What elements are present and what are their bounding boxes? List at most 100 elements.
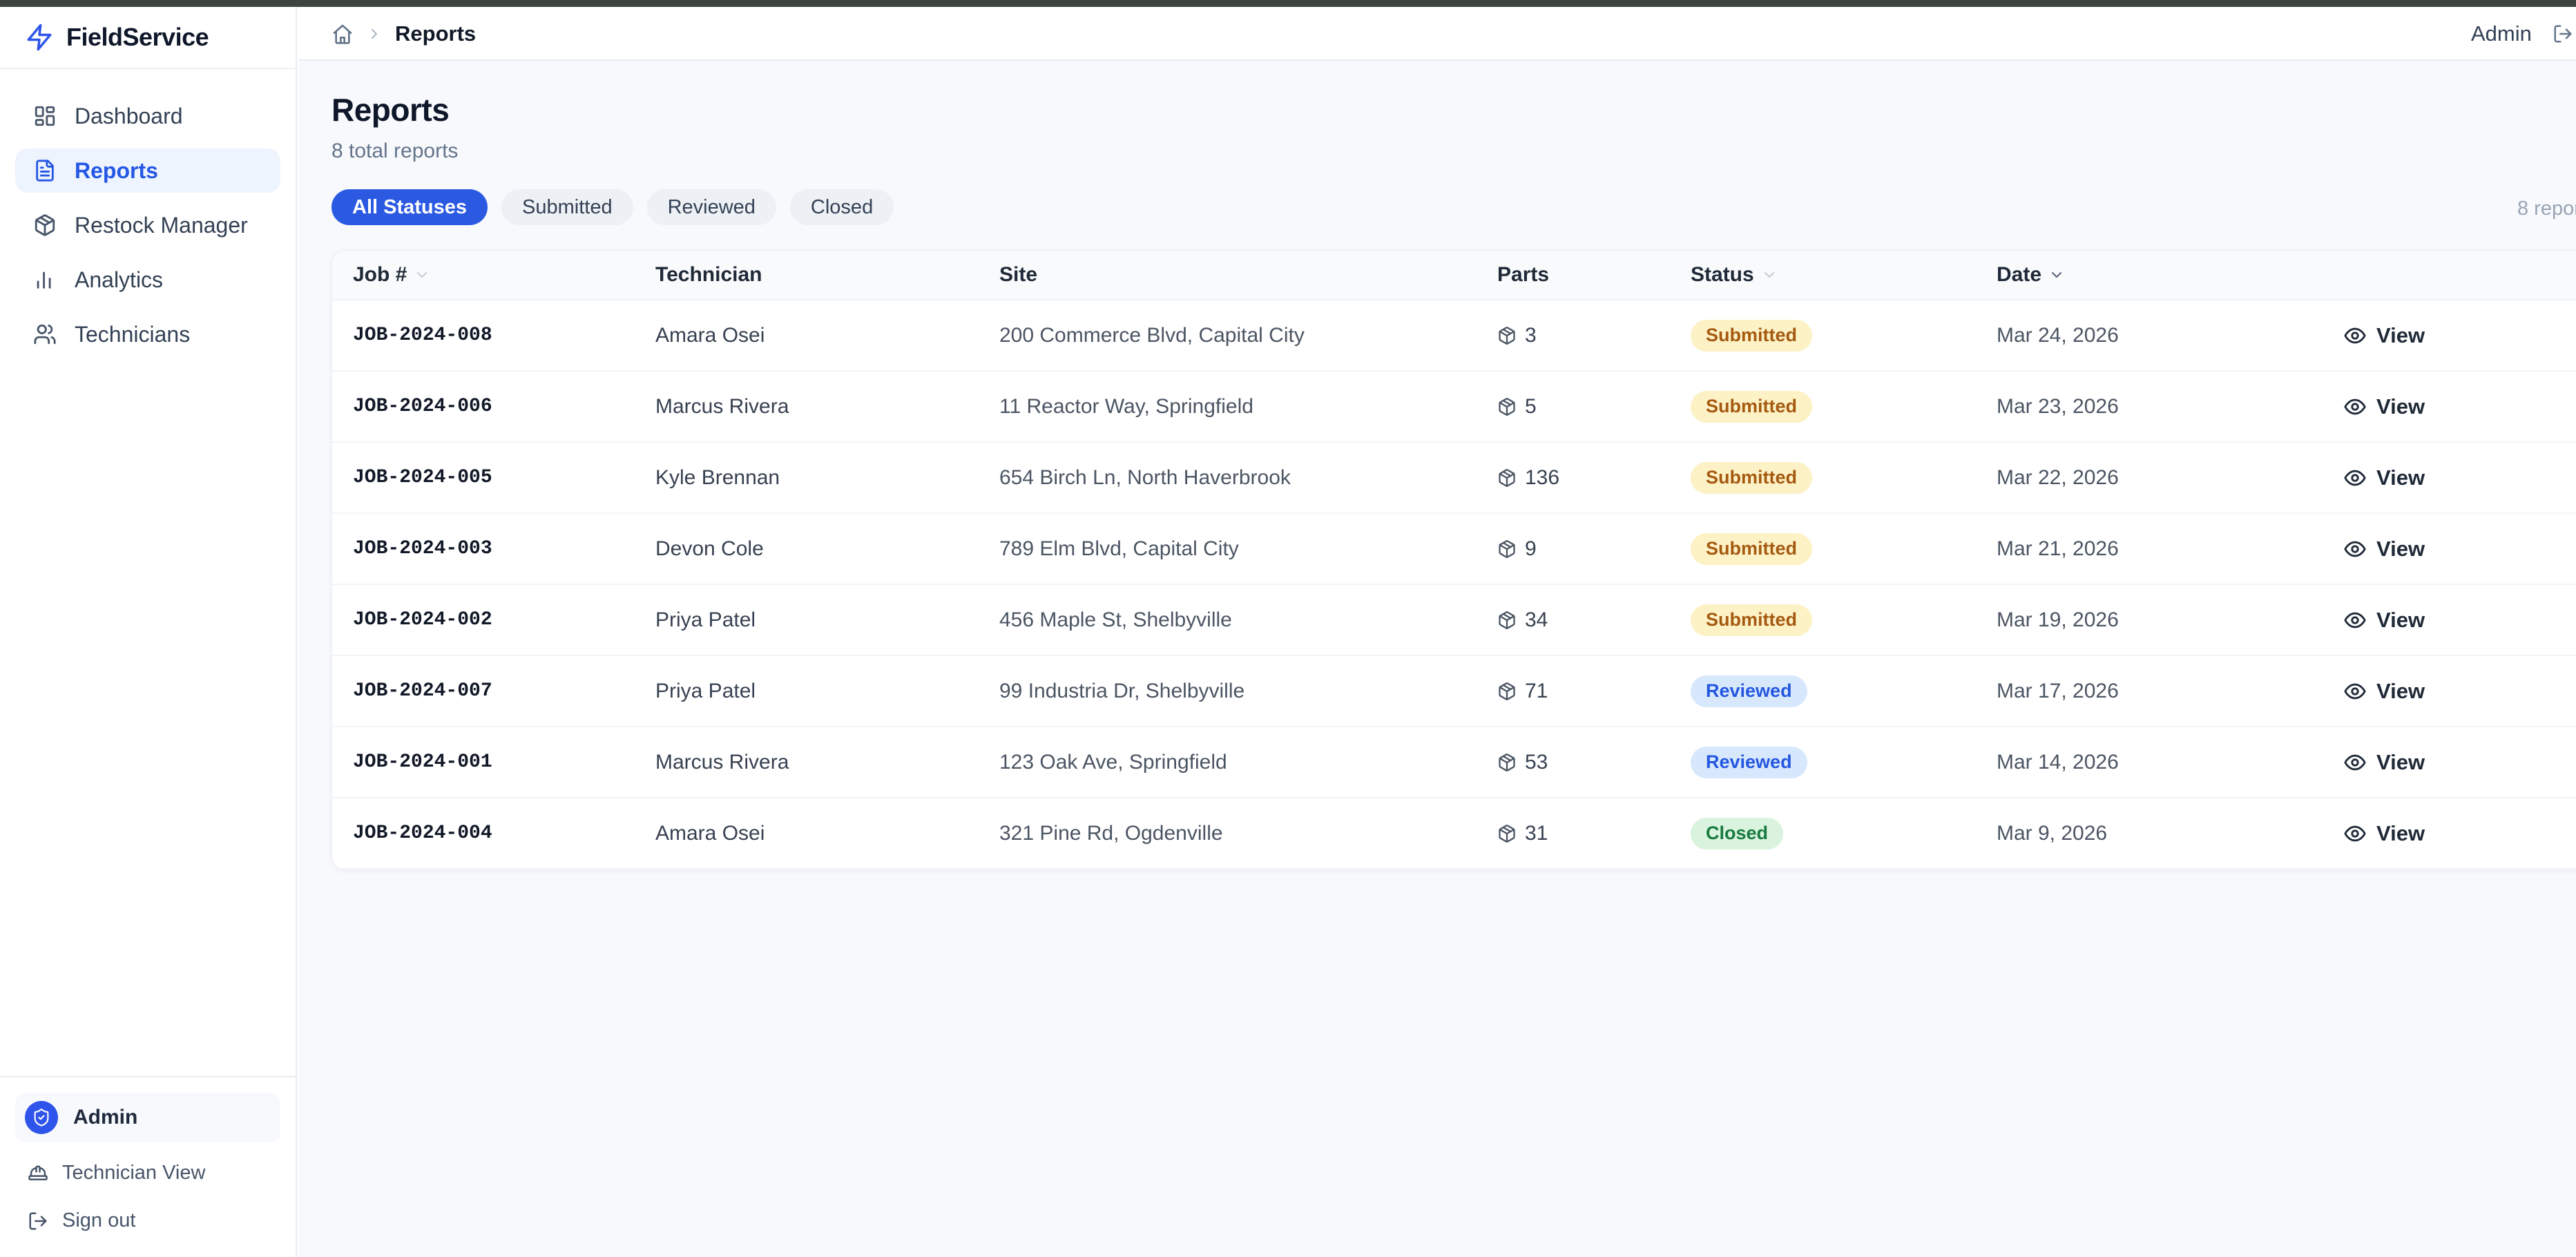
job-number-cell: JOB-2024-004 — [332, 823, 655, 844]
job-number-cell: JOB-2024-002 — [332, 609, 655, 631]
actions-cell: View — [2343, 608, 2576, 633]
filter-chip[interactable]: Closed — [790, 189, 894, 225]
view-button-label: View — [2376, 537, 2425, 562]
date-cell: Mar 9, 2026 — [1997, 822, 2343, 845]
topbar-sign-out-button[interactable]: Sign out — [2553, 21, 2576, 46]
table-row: JOB-2024-007 Priya Patel 99 Industria Dr… — [332, 656, 2576, 727]
view-button-label: View — [2376, 394, 2425, 419]
site-cell: 99 Industria Dr, Shelbyville — [999, 680, 1497, 703]
actions-cell: View — [2343, 750, 2576, 775]
breadcrumb-current: Reports — [395, 21, 476, 46]
reports-table: Job # Technician Site Parts Status Date — [331, 250, 2576, 870]
view-button[interactable]: View — [2343, 394, 2425, 419]
filter-chip[interactable]: All Statuses — [331, 189, 488, 225]
column-header-site: Site — [999, 263, 1497, 287]
sidebar-item-reports[interactable]: Reports — [15, 148, 280, 193]
actions-cell: View — [2343, 394, 2576, 419]
site-cell: 200 Commerce Blvd, Capital City — [999, 324, 1497, 347]
view-button-label: View — [2376, 821, 2425, 846]
column-header-label: Site — [999, 263, 1037, 287]
status-cell: Submitted — [1691, 604, 1997, 636]
technician-cell: Priya Patel — [655, 608, 999, 632]
status-cell: Submitted — [1691, 533, 1997, 565]
parts-cell: 9 — [1497, 537, 1691, 561]
parts-cell: 34 — [1497, 608, 1691, 632]
top-strip — [0, 0, 2576, 7]
sidebar-item-label: Technicians — [75, 322, 190, 347]
user-area: Admin Sign out — [2471, 7, 2576, 61]
parts-count: 31 — [1525, 822, 1548, 845]
status-badge: Closed — [1691, 818, 1783, 850]
table-row: JOB-2024-006 Marcus Rivera 11 Reactor Wa… — [332, 372, 2576, 443]
sidebar-item-label: Reports — [75, 158, 158, 184]
parts-cell: 3 — [1497, 324, 1691, 347]
table-row: JOB-2024-005 Kyle Brennan 654 Birch Ln, … — [332, 443, 2576, 514]
sign-out-link[interactable]: Sign out — [15, 1209, 280, 1232]
eye-icon — [2343, 608, 2367, 632]
parts-count: 34 — [1525, 608, 1548, 632]
sidebar-item-restock-manager[interactable]: Restock Manager — [15, 203, 280, 247]
date-cell: Mar 19, 2026 — [1997, 608, 2343, 632]
chevron-down-icon — [2048, 267, 2065, 283]
header-bar: Reports Admin Sign out — [298, 7, 2576, 61]
parts-cell: 53 — [1497, 751, 1691, 774]
status-badge: Submitted — [1691, 320, 1812, 352]
sidebar-item-analytics[interactable]: Analytics — [15, 258, 280, 302]
table-row: JOB-2024-002 Priya Patel 456 Maple St, S… — [332, 585, 2576, 656]
eye-icon — [2343, 466, 2367, 490]
view-button[interactable]: View — [2343, 608, 2425, 633]
view-button-label: View — [2376, 466, 2425, 490]
view-button[interactable]: View — [2343, 323, 2425, 348]
eye-icon — [2343, 324, 2367, 347]
sidebar-item-label: Dashboard — [75, 104, 183, 129]
column-header-job[interactable]: Job # — [332, 263, 655, 287]
technician-cell: Priya Patel — [655, 680, 999, 703]
column-header-date[interactable]: Date — [1997, 263, 2343, 287]
status-cell: Closed — [1691, 818, 1997, 850]
home-icon[interactable] — [331, 23, 354, 45]
filter-chip[interactable]: Reviewed — [647, 189, 776, 225]
package-icon — [1497, 611, 1517, 630]
view-button[interactable]: View — [2343, 750, 2425, 775]
package-icon — [1497, 397, 1517, 416]
sidebar-item-dashboard[interactable]: Dashboard — [15, 94, 280, 138]
site-cell: 11 Reactor Way, Springfield — [999, 395, 1497, 419]
column-header-status[interactable]: Status — [1691, 263, 1997, 287]
view-button[interactable]: View — [2343, 466, 2425, 490]
filter-chip[interactable]: Submitted — [501, 189, 633, 225]
technician-cell: Marcus Rivera — [655, 751, 999, 774]
view-button[interactable]: View — [2343, 679, 2425, 704]
parts-cell: 31 — [1497, 822, 1691, 845]
status-cell: Submitted — [1691, 462, 1997, 494]
main-content: Reports 8 total reports All Statuses Sub… — [298, 61, 2576, 1257]
view-button-label: View — [2376, 323, 2425, 348]
page-subtitle: 8 total reports — [331, 140, 2576, 163]
technician-cell: Devon Cole — [655, 537, 999, 561]
parts-count: 71 — [1525, 680, 1548, 703]
view-button[interactable]: View — [2343, 537, 2425, 562]
package-icon — [1497, 468, 1517, 488]
date-cell: Mar 22, 2026 — [1997, 466, 2343, 490]
parts-cell: 5 — [1497, 395, 1691, 419]
date-cell: Mar 17, 2026 — [1997, 680, 2343, 703]
package-icon — [1497, 753, 1517, 772]
parts-count: 3 — [1525, 324, 1537, 347]
bar-chart-icon — [33, 268, 57, 291]
actions-cell: View — [2343, 323, 2576, 348]
technician-view-link[interactable]: Technician View — [15, 1162, 280, 1184]
actions-cell: View — [2343, 537, 2576, 562]
sidebar-item-technicians[interactable]: Technicians — [15, 312, 280, 356]
sidebar-item-label: Restock Manager — [75, 213, 248, 238]
table-row: JOB-2024-008 Amara Osei 200 Commerce Blv… — [332, 300, 2576, 372]
view-button-label: View — [2376, 608, 2425, 633]
eye-icon — [2343, 537, 2367, 561]
column-header-label: Technician — [655, 263, 762, 287]
parts-count: 9 — [1525, 537, 1537, 561]
parts-count: 136 — [1525, 466, 1559, 490]
status-cell: Reviewed — [1691, 747, 1997, 778]
technician-cell: Marcus Rivera — [655, 395, 999, 419]
column-header-label: Date — [1997, 263, 2041, 287]
log-out-icon — [2553, 23, 2573, 44]
view-button[interactable]: View — [2343, 821, 2425, 846]
view-button-label: View — [2376, 750, 2425, 775]
